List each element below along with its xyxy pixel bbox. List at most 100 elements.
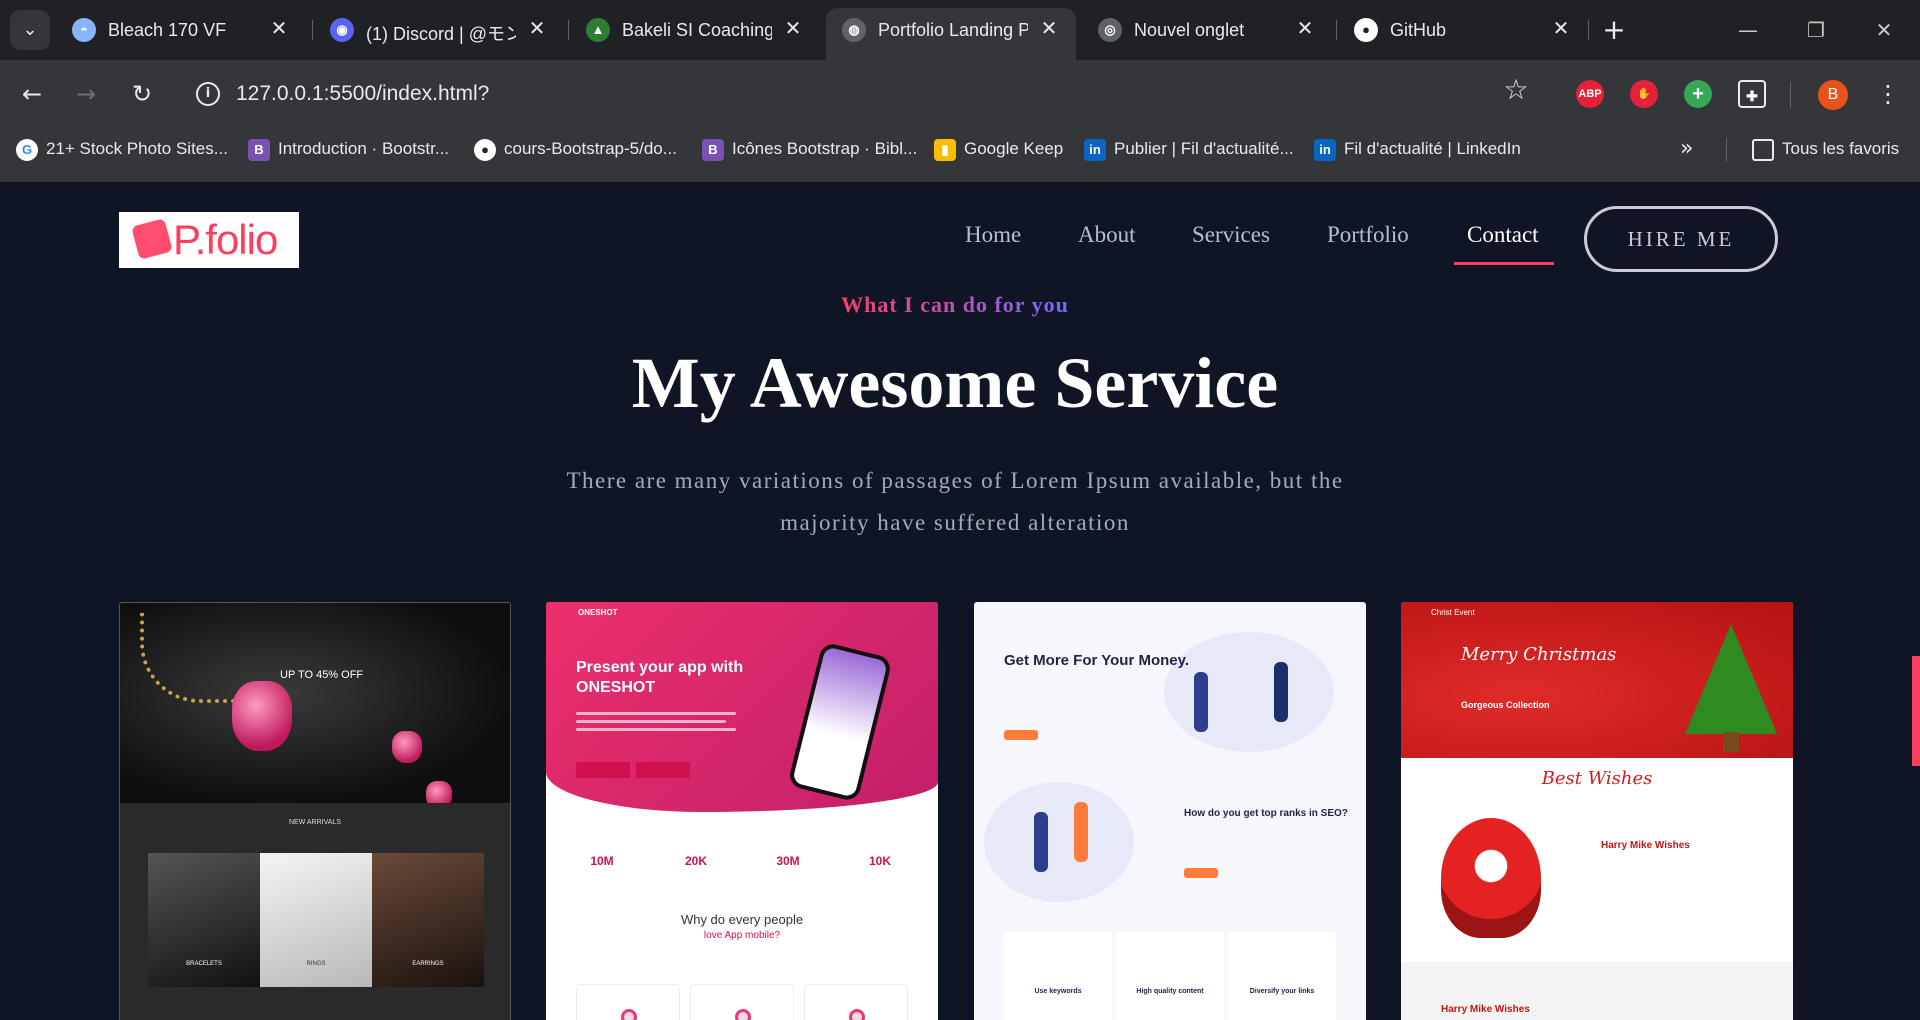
seo-feature-box: Use keywords <box>1004 932 1112 1020</box>
more-bookmarks-icon[interactable]: » <box>1680 136 1693 161</box>
bakeli-icon: ▲ <box>586 18 610 42</box>
close-window-icon[interactable]: ✕ <box>1864 14 1904 46</box>
bookmarks-bar: G 21+ Stock Photo Sites... B Introduction … <box>0 128 1920 168</box>
back-icon[interactable]: ← <box>14 76 50 112</box>
santa-illustration <box>1441 818 1541 938</box>
close-icon[interactable]: ✕ <box>524 16 550 42</box>
feature-box <box>690 984 794 1020</box>
portfolio-card-christmas[interactable]: Christ Event Merry Christmas Gorgeous Co… <box>1401 602 1793 1020</box>
tab-new-tab[interactable]: ◎ Nouvel onglet ✕ <box>1082 8 1332 52</box>
christmas-hero: Christ Event Merry Christmas Gorgeous Co… <box>1401 602 1793 758</box>
bookmark-item[interactable]: G 21+ Stock Photo Sites... <box>16 134 228 164</box>
seo-feature-title: Use keywords <box>1034 988 1082 995</box>
feature-box <box>804 984 908 1020</box>
nav-services[interactable]: Services <box>1192 222 1270 248</box>
stat-value: 30M <box>776 854 800 868</box>
chrome-icon: ◎ <box>1098 18 1122 42</box>
restore-icon[interactable]: ❐ <box>1796 14 1836 46</box>
tab-portfolio[interactable]: ◍ Portfolio Landing Pa ✕ <box>826 8 1076 60</box>
earring-gem-shape <box>392 731 422 763</box>
nav-about[interactable]: About <box>1078 222 1136 248</box>
christmas-tree-shape <box>1685 624 1777 734</box>
oneshot-why-title: Why do every people <box>680 912 804 927</box>
profile-avatar[interactable]: B <box>1818 80 1848 110</box>
bookmark-item[interactable]: ▮ Google Keep <box>934 134 1063 164</box>
close-icon[interactable]: ✕ <box>1036 16 1062 42</box>
tab-divider <box>1336 20 1337 40</box>
section-title: My Awesome Service <box>631 343 1279 423</box>
feature-icon <box>621 1009 637 1020</box>
close-icon[interactable]: ✕ <box>1292 16 1318 42</box>
tile-label: BRACELETS <box>186 961 222 967</box>
bookmark-label: Introduction · Bootstr... <box>278 139 450 158</box>
extensions-puzzle-icon[interactable]: ✚ <box>1738 80 1766 108</box>
close-icon[interactable]: ✕ <box>1548 16 1574 42</box>
kicker-text: What I can do for you <box>841 292 1069 317</box>
wish-author: Harry Mike Wishes <box>1441 1004 1530 1015</box>
address-bar[interactable]: i 127.0.0.1:5500/index.html? <box>188 68 1548 120</box>
site-logo[interactable]: P.folio <box>119 212 299 268</box>
tab-divider <box>568 20 569 40</box>
tab-github[interactable]: ● GitHub ✕ <box>1338 8 1588 52</box>
tab-bakeli[interactable]: ▲ Bakeli SI Coaching ✕ <box>570 8 820 52</box>
bookmark-item[interactable]: ● cours-Bootstrap-5/do... <box>474 134 677 164</box>
tab-strip: ⌄ ◓ Bleach 170 VF ✕ ◉ (1) Discord | @モンタ… <box>0 0 1920 60</box>
tab-title: Bakeli SI Coaching <box>622 20 772 40</box>
all-bookmarks-button[interactable]: Tous les favoris <box>1752 134 1899 164</box>
bookmark-item[interactable]: in Fil d'actualité | LinkedIn <box>1314 134 1521 164</box>
tab-title: Portfolio Landing Pa <box>878 20 1028 40</box>
new-tab-button[interactable]: + <box>1598 14 1630 46</box>
person-illustration <box>1194 672 1208 732</box>
hire-me-button[interactable]: HIRE ME <box>1584 206 1778 272</box>
url-text[interactable]: 127.0.0.1:5500/index.html? <box>236 82 489 106</box>
tab-bleach[interactable]: ◓ Bleach 170 VF ✕ <box>56 8 306 52</box>
minimize-icon[interactable]: — <box>1728 14 1768 46</box>
site-info-icon[interactable]: i <box>196 82 220 106</box>
adblock-icon[interactable]: ABP <box>1576 80 1604 108</box>
close-icon[interactable]: ✕ <box>780 16 806 42</box>
portfolio-card-jewelry[interactable]: UP TO 45% OFF NEW ARRIVALS BRACELETS RIN… <box>119 602 511 1020</box>
tab-discord[interactable]: ◉ (1) Discord | @モンタ ✕ <box>314 8 564 52</box>
jewelry-arrivals-section: NEW ARRIVALS BRACELETS RINGS EARRINGS <box>120 803 510 1020</box>
tab-divider <box>312 20 313 40</box>
feature-icon <box>735 1009 751 1020</box>
github-icon: ● <box>474 138 496 161</box>
stat-value: 20K <box>684 854 707 868</box>
portfolio-card-oneshot[interactable]: ONESHOT Present your app with ONESHOT 10… <box>546 602 938 1020</box>
bookmark-item[interactable]: B Introduction · Bootstr... <box>248 134 449 164</box>
reload-icon[interactable]: ↻ <box>124 76 160 112</box>
oneshot-button <box>636 762 690 778</box>
linkedin-icon: in <box>1084 138 1106 161</box>
stat-value: 10M <box>590 854 614 868</box>
nav-portfolio[interactable]: Portfolio <box>1327 222 1409 248</box>
best-wishes-title: Best Wishes <box>1541 768 1653 789</box>
forward-icon[interactable]: → <box>68 76 104 112</box>
merry-christmas-text: Merry Christmas <box>1461 644 1617 665</box>
bracelets-tile: BRACELETS <box>148 853 260 987</box>
section-kicker: What I can do for you <box>0 292 1910 318</box>
oneshot-brand: ONESHOT <box>578 608 618 617</box>
keep-icon: ▮ <box>934 138 956 161</box>
ghost-icon: ◓ <box>72 18 96 42</box>
plus-circle-icon[interactable]: + <box>1684 80 1712 108</box>
text-line <box>576 712 736 715</box>
stop-hand-icon[interactable]: ✋ <box>1630 80 1658 108</box>
nav-home[interactable]: Home <box>965 222 1021 248</box>
seo-cta <box>1004 730 1038 740</box>
close-icon[interactable]: ✕ <box>266 16 292 42</box>
nav-contact[interactable]: Contact <box>1467 222 1539 248</box>
christmas-brand: Christ Event <box>1431 608 1475 617</box>
bookmark-item[interactable]: in Publier | Fil d'actualité... <box>1084 134 1294 164</box>
bookmark-item[interactable]: B Icônes Bootstrap · Bibl... <box>702 134 917 164</box>
tab-title: (1) Discord | @モンタ <box>366 24 516 44</box>
all-bookmarks-label: Tous les favoris <box>1782 139 1900 158</box>
portfolio-card-seo[interactable]: Get More For Your Money. How do you get … <box>974 602 1366 1020</box>
tile-label: EARRINGS <box>412 961 444 967</box>
tab-search-button[interactable]: ⌄ <box>10 10 50 50</box>
section-description: There are many variations of passages of… <box>566 468 1344 535</box>
bookmark-label: Publier | Fil d'actualité... <box>1114 139 1294 158</box>
menu-kebab-icon[interactable]: ⋮ <box>1876 78 1900 110</box>
oneshot-button <box>576 762 630 778</box>
bookmark-star-icon[interactable]: ☆ <box>1500 74 1532 106</box>
globe-icon: ◍ <box>842 18 866 42</box>
